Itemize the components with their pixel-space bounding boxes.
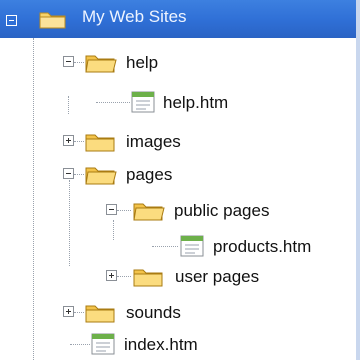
tree-item-label: products.htm — [213, 237, 312, 256]
html-file-icon — [180, 235, 204, 257]
tree-item-sounds[interactable]: sounds — [0, 298, 356, 328]
tree-item-label: help.htm — [163, 93, 229, 112]
root-title: My Web Sites — [82, 7, 187, 26]
tree-item-pages[interactable]: pages — [0, 160, 356, 190]
expand-icon[interactable] — [63, 306, 74, 317]
tree-item-help-htm[interactable]: help.htm — [0, 88, 356, 118]
tree-item-help[interactable]: help — [0, 48, 356, 78]
collapse-root-icon[interactable] — [6, 15, 17, 26]
tree-root-header[interactable]: My Web Sites — [0, 0, 360, 38]
side-strip — [356, 38, 360, 360]
tree-item-images[interactable]: images — [0, 127, 356, 157]
tree-item-label: index.htm — [124, 335, 198, 354]
folder-icon — [133, 203, 165, 221]
folder-icon — [133, 269, 163, 287]
tree-item-user-pages[interactable]: user pages — [0, 262, 356, 292]
tree-item-label: help — [126, 53, 159, 72]
folder-icon — [85, 134, 115, 152]
tree-item-label: pages — [126, 165, 173, 184]
collapse-icon[interactable] — [63, 56, 74, 67]
html-file-icon — [91, 333, 115, 355]
html-file-icon — [131, 91, 155, 113]
tree-item-products-htm[interactable]: products.htm — [0, 232, 356, 262]
collapse-icon[interactable] — [106, 204, 117, 215]
folder-icon — [85, 55, 117, 73]
tree-item-public-pages[interactable]: public pages — [0, 196, 356, 226]
expand-icon[interactable] — [63, 135, 74, 146]
folder-icon — [85, 305, 115, 323]
tree-item-label: sounds — [126, 303, 181, 322]
folder-icon — [85, 167, 117, 185]
folder-icon — [39, 12, 66, 29]
tree-item-label: user pages — [175, 267, 260, 286]
tree-item-label: public pages — [174, 201, 270, 220]
tree-item-label: images — [126, 132, 181, 151]
collapse-icon[interactable] — [63, 168, 74, 179]
tree-item-index-htm[interactable]: index.htm — [0, 330, 356, 360]
expand-icon[interactable] — [106, 270, 117, 281]
